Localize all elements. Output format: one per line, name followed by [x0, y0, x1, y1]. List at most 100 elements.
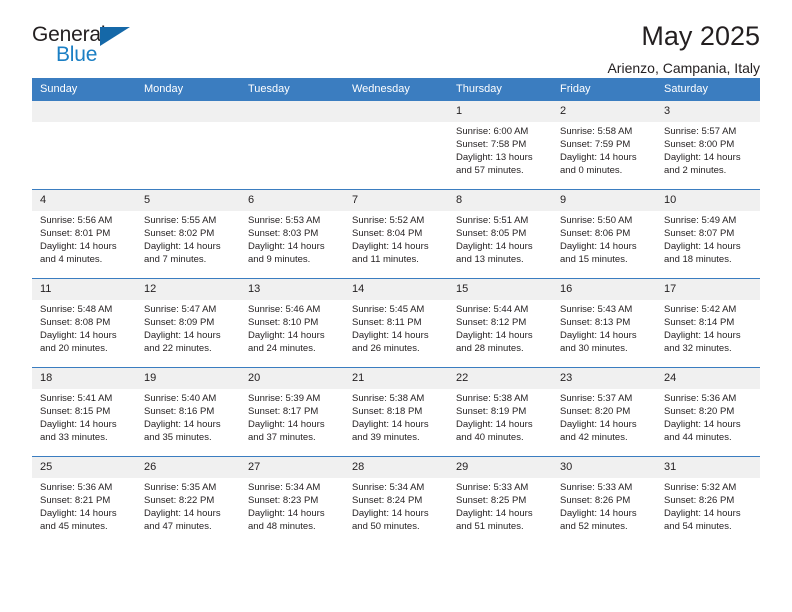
sunset-text: Sunset: 7:58 PM	[456, 138, 527, 150]
day-details: Sunrise: 5:36 AM Sunset: 8:21 PM Daylight:…	[32, 478, 136, 534]
day-number: 22	[448, 368, 552, 389]
day-number	[136, 101, 240, 122]
day-number: 30	[552, 457, 656, 478]
calendar-day-cell[interactable]: 6 Sunrise: 5:53 AM Sunset: 8:03 PM Daylight…	[240, 189, 344, 279]
sunrise-text: Sunrise: 5:49 AM	[664, 215, 737, 226]
day-number: 26	[136, 457, 240, 478]
calendar-day-cell[interactable]: 19 Sunrise: 5:40 AM Sunset: 8:16 PM Dayligh…	[136, 367, 240, 457]
day-number: 29	[448, 457, 552, 478]
daylight-text: Daylight: 14 hours and 11 minutes.	[352, 240, 429, 265]
calendar-day-cell[interactable]: 2 Sunrise: 5:58 AM Sunset: 7:59 PM Daylight…	[552, 100, 656, 190]
calendar-day-cell[interactable]: 9 Sunrise: 5:50 AM Sunset: 8:06 PM Daylight…	[552, 189, 656, 279]
sunrise-text: Sunrise: 5:43 AM	[560, 304, 633, 315]
day-details: Sunrise: 5:36 AM Sunset: 8:20 PM Daylight:…	[656, 389, 760, 445]
daylight-text: Daylight: 14 hours and 24 minutes.	[248, 329, 325, 354]
calendar-week-row: 11 Sunrise: 5:48 AM Sunset: 8:08 PM Dayligh…	[32, 278, 760, 368]
day-number: 10	[656, 190, 760, 211]
weekday-header-cell: Tuesday	[240, 78, 344, 101]
day-details: Sunrise: 5:35 AM Sunset: 8:22 PM Daylight:…	[136, 478, 240, 534]
calendar-day-cell[interactable]: 14 Sunrise: 5:45 AM Sunset: 8:11 PM Dayligh…	[344, 278, 448, 368]
calendar-day-cell[interactable]: 30 Sunrise: 5:33 AM Sunset: 8:26 PM Dayligh…	[552, 456, 656, 545]
calendar-day-cell[interactable]: 12 Sunrise: 5:47 AM Sunset: 8:09 PM Dayligh…	[136, 278, 240, 368]
sunrise-text: Sunrise: 5:35 AM	[144, 482, 217, 493]
calendar-day-cell[interactable]: 21 Sunrise: 5:38 AM Sunset: 8:18 PM Dayligh…	[344, 367, 448, 457]
calendar-day-cell[interactable]: 28 Sunrise: 5:34 AM Sunset: 8:24 PM Dayligh…	[344, 456, 448, 545]
day-details: Sunrise: 5:50 AM Sunset: 8:06 PM Daylight:…	[552, 211, 656, 267]
daylight-text: Daylight: 14 hours and 22 minutes.	[144, 329, 221, 354]
calendar-day-cell[interactable]: 1 Sunrise: 6:00 AM Sunset: 7:58 PM Daylight…	[448, 100, 552, 190]
calendar-day-cell[interactable]: 20 Sunrise: 5:39 AM Sunset: 8:17 PM Dayligh…	[240, 367, 344, 457]
sunrise-text: Sunrise: 5:33 AM	[560, 482, 633, 493]
calendar-day-cell[interactable]: 11 Sunrise: 5:48 AM Sunset: 8:08 PM Dayligh…	[32, 278, 136, 368]
sunset-text: Sunset: 8:20 PM	[560, 405, 631, 417]
daylight-text: Daylight: 14 hours and 26 minutes.	[352, 329, 429, 354]
day-number	[240, 101, 344, 122]
sunrise-text: Sunrise: 5:38 AM	[456, 393, 529, 404]
sunset-text: Sunset: 8:17 PM	[248, 405, 319, 417]
calendar-day-cell[interactable]: 13 Sunrise: 5:46 AM Sunset: 8:10 PM Dayligh…	[240, 278, 344, 368]
calendar-week-row: 4 Sunrise: 5:56 AM Sunset: 8:01 PM Daylight…	[32, 189, 760, 279]
day-number: 31	[656, 457, 760, 478]
day-details: Sunrise: 5:46 AM Sunset: 8:10 PM Daylight:…	[240, 300, 344, 356]
calendar-day-cell[interactable]: 22 Sunrise: 5:38 AM Sunset: 8:19 PM Dayligh…	[448, 367, 552, 457]
day-details: Sunrise: 5:52 AM Sunset: 8:04 PM Daylight:…	[344, 211, 448, 267]
day-details: Sunrise: 5:33 AM Sunset: 8:25 PM Daylight:…	[448, 478, 552, 534]
day-details: Sunrise: 5:37 AM Sunset: 8:20 PM Daylight:…	[552, 389, 656, 445]
sunrise-text: Sunrise: 5:40 AM	[144, 393, 217, 404]
calendar-header-row: Sunday Monday Tuesday Wednesday Thursday Frid…	[32, 78, 760, 101]
calendar-day-cell[interactable]: 3 Sunrise: 5:57 AM Sunset: 8:00 PM Daylight…	[656, 100, 760, 190]
daylight-text: Daylight: 14 hours and 30 minutes.	[560, 329, 637, 354]
daylight-text: Daylight: 14 hours and 0 minutes.	[560, 151, 637, 176]
day-number: 6	[240, 190, 344, 211]
calendar-week-row: 25 Sunrise: 5:36 AM Sunset: 8:21 PM Dayligh…	[32, 456, 760, 545]
calendar-day-cell[interactable]: 23 Sunrise: 5:37 AM Sunset: 8:20 PM Dayligh…	[552, 367, 656, 457]
day-details: Sunrise: 5:49 AM Sunset: 8:07 PM Daylight:…	[656, 211, 760, 267]
day-details: Sunrise: 5:57 AM Sunset: 8:00 PM Daylight:…	[656, 122, 760, 178]
sunrise-text: Sunrise: 5:57 AM	[664, 126, 737, 137]
daylight-text: Daylight: 14 hours and 40 minutes.	[456, 418, 533, 443]
calendar-day-cell[interactable]: 27 Sunrise: 5:34 AM Sunset: 8:23 PM Dayligh…	[240, 456, 344, 545]
daylight-text: Daylight: 13 hours and 57 minutes.	[456, 151, 533, 176]
calendar-day-cell[interactable]: 15 Sunrise: 5:44 AM Sunset: 8:12 PM Dayligh…	[448, 278, 552, 368]
brand-logo[interactable]: General Blue	[32, 24, 137, 72]
weekday-header: Sunday Monday Tuesday Wednesday Thursday Frid…	[32, 78, 760, 101]
day-details: Sunrise: 5:45 AM Sunset: 8:11 PM Daylight:…	[344, 300, 448, 356]
calendar-day-cell[interactable]: 18 Sunrise: 5:41 AM Sunset: 8:15 PM Dayligh…	[32, 367, 136, 457]
daylight-text: Daylight: 14 hours and 4 minutes.	[40, 240, 117, 265]
calendar-day-cell[interactable]: 16 Sunrise: 5:43 AM Sunset: 8:13 PM Dayligh…	[552, 278, 656, 368]
calendar-day-cell[interactable]: 25 Sunrise: 5:36 AM Sunset: 8:21 PM Dayligh…	[32, 456, 136, 545]
title-block: May 2025 Arienzo, Campania, Italy	[607, 21, 760, 77]
day-details: Sunrise: 5:51 AM Sunset: 8:05 PM Daylight:…	[448, 211, 552, 267]
day-number: 13	[240, 279, 344, 300]
day-details: Sunrise: 5:38 AM Sunset: 8:18 PM Daylight:…	[344, 389, 448, 445]
daylight-text: Daylight: 14 hours and 28 minutes.	[456, 329, 533, 354]
daylight-text: Daylight: 14 hours and 15 minutes.	[560, 240, 637, 265]
sunrise-text: Sunrise: 5:33 AM	[456, 482, 529, 493]
sunset-text: Sunset: 8:18 PM	[352, 405, 423, 417]
calendar-day-cell[interactable]: 26 Sunrise: 5:35 AM Sunset: 8:22 PM Dayligh…	[136, 456, 240, 545]
calendar-day-cell[interactable]: 7 Sunrise: 5:52 AM Sunset: 8:04 PM Daylight…	[344, 189, 448, 279]
day-number: 3	[656, 101, 760, 122]
sunset-text: Sunset: 8:12 PM	[456, 316, 527, 328]
sunset-text: Sunset: 8:09 PM	[144, 316, 215, 328]
day-number: 4	[32, 190, 136, 211]
calendar-day-cell[interactable]: 17 Sunrise: 5:42 AM Sunset: 8:14 PM Dayligh…	[656, 278, 760, 368]
calendar-day-cell[interactable]: 5 Sunrise: 5:55 AM Sunset: 8:02 PM Daylight…	[136, 189, 240, 279]
sunset-text: Sunset: 8:07 PM	[664, 227, 735, 239]
calendar-day-cell[interactable]: 4 Sunrise: 5:56 AM Sunset: 8:01 PM Daylight…	[32, 189, 136, 279]
calendar-day-cell-empty	[136, 100, 240, 190]
weekday-header-cell: Thursday	[448, 78, 552, 101]
day-number: 17	[656, 279, 760, 300]
calendar-day-cell[interactable]: 10 Sunrise: 5:49 AM Sunset: 8:07 PM Dayligh…	[656, 189, 760, 279]
day-number: 20	[240, 368, 344, 389]
daylight-text: Daylight: 14 hours and 13 minutes.	[456, 240, 533, 265]
page-subtitle: Arienzo, Campania, Italy	[607, 60, 760, 77]
calendar-day-cell[interactable]: 29 Sunrise: 5:33 AM Sunset: 8:25 PM Dayligh…	[448, 456, 552, 545]
day-details: Sunrise: 5:43 AM Sunset: 8:13 PM Daylight:…	[552, 300, 656, 356]
sunset-text: Sunset: 8:20 PM	[664, 405, 735, 417]
calendar-day-cell[interactable]: 8 Sunrise: 5:51 AM Sunset: 8:05 PM Daylight…	[448, 189, 552, 279]
calendar-day-cell[interactable]: 31 Sunrise: 5:32 AM Sunset: 8:26 PM Dayligh…	[656, 456, 760, 545]
calendar-day-cell[interactable]: 24 Sunrise: 5:36 AM Sunset: 8:20 PM Dayligh…	[656, 367, 760, 457]
day-details: Sunrise: 5:55 AM Sunset: 8:02 PM Daylight:…	[136, 211, 240, 267]
day-number: 12	[136, 279, 240, 300]
